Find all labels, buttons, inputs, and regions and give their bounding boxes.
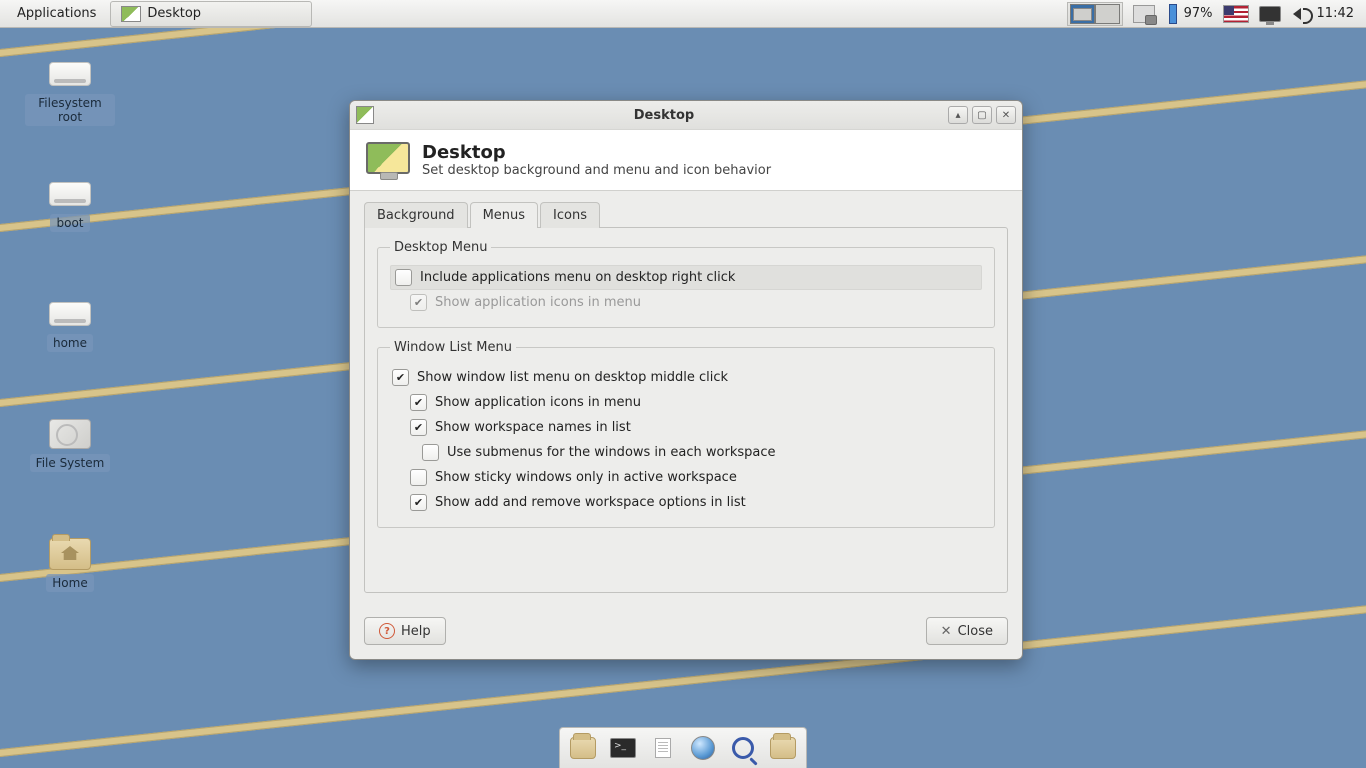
checkbox-icon[interactable] <box>410 419 427 436</box>
close-button[interactable]: ✕ Close <box>926 617 1008 645</box>
dialog-footer: ? Help ✕ Close <box>350 607 1022 659</box>
option-label: Show workspace names in list <box>435 420 631 435</box>
clock[interactable]: 11:42 <box>1309 6 1362 21</box>
option-label: Include applications menu on desktop rig… <box>420 270 735 285</box>
desktop-icon-home-drive[interactable]: home <box>25 298 115 352</box>
button-label: Close <box>958 624 993 639</box>
workspace-1[interactable] <box>1070 4 1095 24</box>
desktop-settings-icon <box>121 6 141 22</box>
desktop-icon-label: home <box>47 334 93 352</box>
drive-icon <box>49 62 91 86</box>
option-wl-submenus[interactable]: Use submenus for the windows in each wor… <box>420 440 982 465</box>
option-label: Show window list menu on desktop middle … <box>417 370 728 385</box>
speaker-icon <box>1293 8 1301 20</box>
desktop-icon-home-folder[interactable]: Home <box>25 538 115 592</box>
checkbox-icon[interactable] <box>410 494 427 511</box>
checkbox-icon[interactable] <box>422 444 439 461</box>
option-label: Use submenus for the windows in each wor… <box>447 445 776 460</box>
dock-home-folder[interactable] <box>770 736 796 760</box>
window-maximize-button[interactable]: ▢ <box>972 106 992 124</box>
bottom-dock <box>559 727 807 768</box>
dock-web-browser[interactable] <box>690 736 716 760</box>
flag-us-icon <box>1223 5 1249 23</box>
group-desktop-menu: Desktop Menu Include applications menu o… <box>377 240 995 328</box>
dock-text-editor[interactable] <box>650 736 676 760</box>
desktop-monitor-icon <box>366 142 410 178</box>
battery-percent: 97% <box>1184 6 1213 21</box>
dock-terminal[interactable] <box>610 736 636 760</box>
dock-app-finder[interactable] <box>730 736 756 760</box>
workspace-switcher[interactable] <box>1067 2 1123 26</box>
keyboard-layout-indicator[interactable] <box>1219 3 1253 25</box>
top-panel: Applications Desktop 97% 11:42 <box>0 0 1366 28</box>
display-tray-icon[interactable] <box>1255 4 1285 24</box>
window-close-button[interactable]: ✕ <box>996 106 1016 124</box>
help-icon: ? <box>379 623 395 639</box>
battery-icon <box>1169 4 1177 24</box>
dialog-subtitle: Set desktop background and menu and icon… <box>422 163 771 178</box>
tab-bar: Background Menus Icons <box>364 202 1008 228</box>
taskbar-button-desktop[interactable]: Desktop <box>110 1 312 27</box>
applications-menu[interactable]: Applications <box>4 4 104 23</box>
option-label: Show application icons in menu <box>435 395 641 410</box>
option-label: Show sticky windows only in active works… <box>435 470 737 485</box>
option-label: Show add and remove workspace options in… <box>435 495 746 510</box>
screenshot-tray-icon[interactable] <box>1125 3 1163 25</box>
terminal-icon <box>610 738 636 758</box>
globe-icon <box>691 736 715 760</box>
desktop-icon-filesystem[interactable]: File System <box>25 418 115 472</box>
harddisk-icon <box>49 419 91 449</box>
tab-background[interactable]: Background <box>364 202 468 228</box>
search-icon <box>732 737 754 759</box>
option-include-apps-menu[interactable]: Include applications menu on desktop rig… <box>390 265 982 290</box>
option-show-app-icons-desktop-menu: Show application icons in menu <box>408 290 982 315</box>
help-button[interactable]: ? Help <box>364 617 446 645</box>
document-icon <box>655 738 671 758</box>
group-window-list-menu: Window List Menu Show window list menu o… <box>377 340 995 528</box>
window-app-icon <box>356 106 374 124</box>
drive-icon <box>49 182 91 206</box>
tab-content-menus: Desktop Menu Include applications menu o… <box>364 227 1008 593</box>
desktop-settings-window: Desktop ▴ ▢ ✕ Desktop Set desktop backgr… <box>349 100 1023 660</box>
desktop-icon-label: Home <box>46 574 93 592</box>
button-label: Help <box>401 624 431 639</box>
option-wl-workspace-names[interactable]: Show workspace names in list <box>408 415 982 440</box>
desktop-icon-label: Filesystem root <box>25 94 115 126</box>
option-wl-add-remove[interactable]: Show add and remove workspace options in… <box>408 490 982 515</box>
checkbox-icon[interactable] <box>392 369 409 386</box>
desktop-icon-label: File System <box>30 454 111 472</box>
window-titlebar[interactable]: Desktop ▴ ▢ ✕ <box>350 101 1022 130</box>
drive-icon <box>49 302 91 326</box>
checkbox-icon[interactable] <box>410 469 427 486</box>
volume-indicator[interactable] <box>1287 6 1307 22</box>
tab-menus[interactable]: Menus <box>470 202 538 228</box>
tab-icons[interactable]: Icons <box>540 202 600 228</box>
dialog-title: Desktop <box>422 142 771 163</box>
workspace-2[interactable] <box>1095 4 1120 24</box>
option-wl-sticky[interactable]: Show sticky windows only in active works… <box>408 465 982 490</box>
checkbox-icon[interactable] <box>410 394 427 411</box>
option-show-window-list[interactable]: Show window list menu on desktop middle … <box>390 365 982 390</box>
group-legend: Desktop Menu <box>390 240 491 255</box>
window-roll-up-button[interactable]: ▴ <box>948 106 968 124</box>
dialog-header: Desktop Set desktop background and menu … <box>350 130 1022 191</box>
close-icon: ✕ <box>941 624 952 639</box>
checkbox-icon[interactable] <box>395 269 412 286</box>
group-legend: Window List Menu <box>390 340 516 355</box>
desktop-icon-label: boot <box>50 214 89 232</box>
applications-label: Applications <box>17 6 96 21</box>
window-title: Desktop <box>380 108 948 123</box>
desktop-icon-boot[interactable]: boot <box>25 178 115 232</box>
battery-indicator[interactable]: 97% <box>1165 2 1217 26</box>
checkbox-icon <box>410 294 427 311</box>
taskbar-button-label: Desktop <box>147 6 201 21</box>
dock-file-manager[interactable] <box>570 736 596 760</box>
desktop-icon-filesystem-root[interactable]: Filesystem root <box>25 58 115 126</box>
option-label: Show application icons in menu <box>435 295 641 310</box>
home-folder-icon <box>49 538 91 570</box>
option-wl-app-icons[interactable]: Show application icons in menu <box>408 390 982 415</box>
